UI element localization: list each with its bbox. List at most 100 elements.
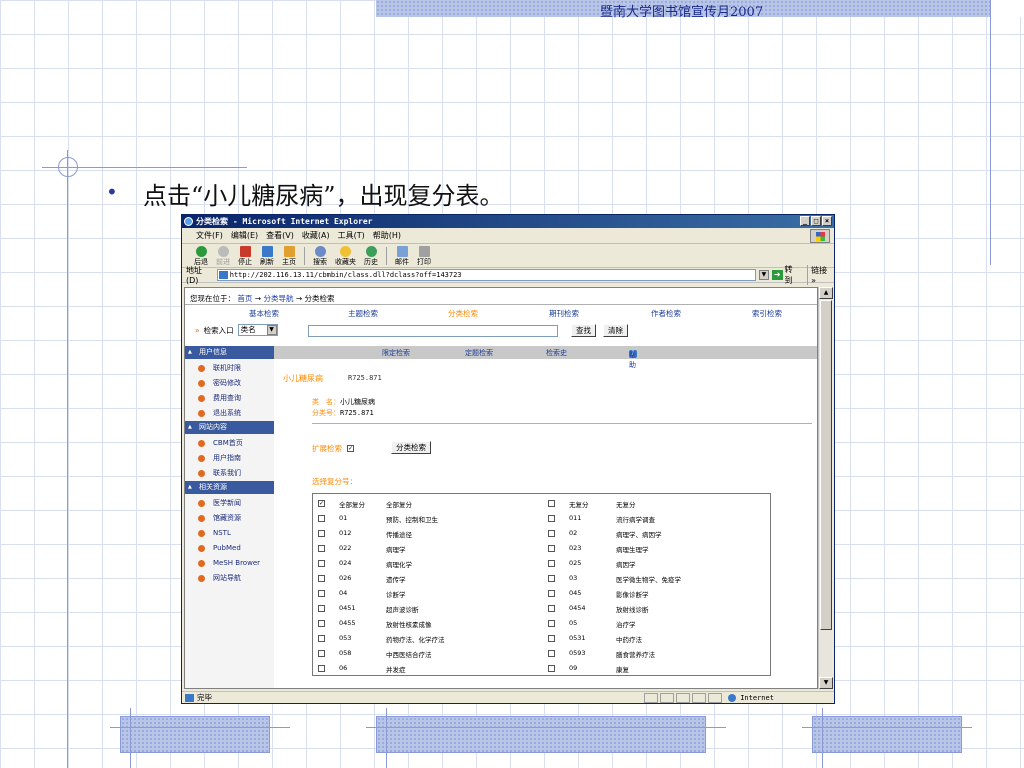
sidebar-item-collections[interactable]: 馆藏资源 — [185, 511, 274, 526]
menu-favorites[interactable]: 收藏(A) — [302, 228, 330, 243]
scroll-up-button[interactable]: ▲ — [819, 287, 833, 299]
subdivision-checkbox-right[interactable] — [548, 545, 555, 552]
menu-tools[interactable]: 工具(T) — [338, 228, 365, 243]
close-button[interactable]: × — [822, 216, 832, 226]
address-dropdown-button[interactable]: ▼ — [759, 270, 769, 280]
go-button[interactable]: ➔ 转到 — [771, 264, 800, 286]
nav-index-search[interactable]: 索引检索 — [752, 308, 782, 319]
subdivision-checkbox-right[interactable] — [548, 590, 555, 597]
arrow-bullet-icon — [198, 395, 205, 402]
class-title-link[interactable]: 小儿糖尿病 — [283, 373, 323, 384]
sidebar-item-mesh[interactable]: MeSH Brower — [185, 556, 274, 571]
maximize-button[interactable]: □ — [811, 216, 821, 226]
subdivision-checkbox-right[interactable] — [548, 560, 555, 567]
subdivision-checkbox-left[interactable]: ✓ — [318, 500, 325, 507]
table-row: 058 中西医结合疗法 0593 膳食营养疗法 — [313, 646, 772, 661]
subdivision-checkbox-right[interactable] — [548, 530, 555, 537]
subdivision-checkbox-right[interactable] — [548, 515, 555, 522]
breadcrumb-home-link[interactable]: 首页 — [237, 294, 252, 303]
search-keyword-input[interactable] — [308, 325, 558, 337]
scroll-thumb[interactable] — [820, 300, 832, 630]
nav-journal-search[interactable]: 期刊检索 — [549, 308, 579, 319]
sidebar-item-cbm-home[interactable]: CBM首页 — [185, 436, 274, 451]
sidebar-item-nstl[interactable]: NSTL — [185, 526, 274, 541]
subdivision-checkbox-left[interactable] — [318, 665, 325, 672]
subdivision-checkbox-right[interactable] — [548, 635, 555, 642]
subdivision-checkbox-left[interactable] — [318, 530, 325, 537]
subdivision-checkbox-left[interactable] — [318, 560, 325, 567]
sidebar-item-medical-news[interactable]: 医学新闻 — [185, 496, 274, 511]
nav-author-search[interactable]: 作者检索 — [651, 308, 681, 319]
find-button[interactable]: 查找 — [571, 324, 596, 337]
table-row: 01 预防、控制和卫生 011 流行病学调查 — [313, 511, 772, 526]
menu-view[interactable]: 查看(V) — [266, 228, 294, 243]
home-button[interactable]: 主页 — [282, 245, 296, 266]
menu-edit[interactable]: 编辑(E) — [231, 228, 258, 243]
subdivision-checkbox-left[interactable] — [318, 590, 325, 597]
clear-button[interactable]: 清除 — [603, 324, 628, 337]
slide-bullet-text: 点击“小儿糖尿病”，出现复分表。 — [143, 182, 504, 210]
subdivision-checkbox-right[interactable] — [548, 500, 555, 507]
status-bar: 完毕 Internet — [182, 691, 834, 703]
table-row: ✓ 全部复分 全部复分 无复分 无复分 — [318, 500, 636, 509]
arrow-bullet-icon — [198, 470, 205, 477]
nav-subject-search[interactable]: 主题检索 — [348, 308, 378, 319]
subdivision-checkbox-left[interactable] — [318, 605, 325, 612]
expand-search-checkbox[interactable]: ✓ — [347, 445, 354, 452]
subnav-search-history[interactable]: 检索史 — [546, 348, 567, 358]
window-titlebar[interactable]: 分类检索 - Microsoft Internet Explorer _ □ × — [182, 215, 834, 228]
sidebar-item-site-nav[interactable]: 网站导航 — [185, 571, 274, 586]
history-button[interactable]: 历史 — [364, 245, 378, 266]
sidebar-item-online-limit[interactable]: 联机时限 — [185, 361, 274, 376]
subdivision-checkbox-right[interactable] — [548, 575, 555, 582]
subdivision-checkbox-left[interactable] — [318, 635, 325, 642]
subdivision-checkbox-left[interactable] — [318, 575, 325, 582]
sidebar-item-pubmed[interactable]: PubMed — [185, 541, 274, 556]
links-button[interactable]: 链接 » — [807, 265, 834, 285]
sidebar-item-logout[interactable]: 退出系统 — [185, 406, 274, 421]
subdivision-checkbox-left[interactable] — [318, 515, 325, 522]
subdivision-checkbox-right[interactable] — [548, 605, 555, 612]
class-search-button[interactable]: 分类检索 — [391, 441, 431, 454]
address-input[interactable]: http://202.116.13.11/cbmbin/class.dll?dc… — [216, 269, 756, 281]
status-pane — [708, 693, 722, 703]
toolbar-separator — [304, 246, 305, 265]
sidebar-header-resources[interactable]: 相关资源 — [185, 481, 274, 494]
sidebar-item-fee-query[interactable]: 费用查询 — [185, 391, 274, 406]
subnav-topic-search[interactable]: 定题检索 — [465, 348, 493, 358]
favorites-button[interactable]: 收藏夹 — [335, 245, 356, 266]
breadcrumb: 您现在位于： 首页 → 分类导航 → 分类检索 — [190, 294, 335, 303]
bullet-dot: • — [106, 180, 118, 204]
menu-help[interactable]: 帮助(H) — [373, 228, 401, 243]
sidebar-item-contact[interactable]: 联系我们 — [185, 466, 274, 481]
search-button[interactable]: 搜索 — [313, 245, 327, 266]
back-button[interactable]: 后退 — [194, 245, 208, 266]
breadcrumb-nav-link[interactable]: 分类导航 — [263, 294, 293, 303]
arrow-bullet-icon — [198, 500, 205, 507]
subnav-limit-search[interactable]: 限定检索 — [382, 348, 410, 358]
minimize-button[interactable]: _ — [800, 216, 810, 226]
subdivision-checkbox-left[interactable] — [318, 620, 325, 627]
menu-file[interactable]: 文件(F) — [196, 228, 223, 243]
stop-button[interactable]: 停止 — [238, 245, 252, 266]
sidebar-header-site-content[interactable]: 网站内容 — [185, 421, 274, 434]
sidebar: 用户信息 联机时限 密码修改 费用查询 退出系统 网站内容 CBM首页 用户指南… — [185, 346, 274, 688]
subdivision-checkbox-right[interactable] — [548, 620, 555, 627]
subdivision-checkbox-right[interactable] — [548, 650, 555, 657]
mail-button[interactable]: 邮件 — [395, 245, 409, 266]
subdivision-checkbox-right[interactable] — [548, 665, 555, 672]
sidebar-header-user-info[interactable]: 用户信息 — [185, 346, 274, 359]
forward-button[interactable]: 前进 — [216, 245, 230, 266]
nav-class-search[interactable]: 分类检索 — [448, 308, 478, 319]
vertical-scrollbar[interactable]: ▲ ▼ — [818, 287, 833, 689]
search-field-select[interactable]: 类名 ▼ — [237, 324, 278, 336]
sidebar-item-user-guide[interactable]: 用户指南 — [185, 451, 274, 466]
sidebar-item-change-password[interactable]: 密码修改 — [185, 376, 274, 391]
nav-basic-search[interactable]: 基本检索 — [249, 308, 279, 319]
back-arrow-icon — [195, 245, 207, 257]
scroll-down-button[interactable]: ▼ — [819, 677, 833, 689]
refresh-button[interactable]: 刷新 — [260, 245, 274, 266]
print-button[interactable]: 打印 — [417, 245, 431, 266]
subdivision-checkbox-left[interactable] — [318, 650, 325, 657]
subdivision-checkbox-left[interactable] — [318, 545, 325, 552]
